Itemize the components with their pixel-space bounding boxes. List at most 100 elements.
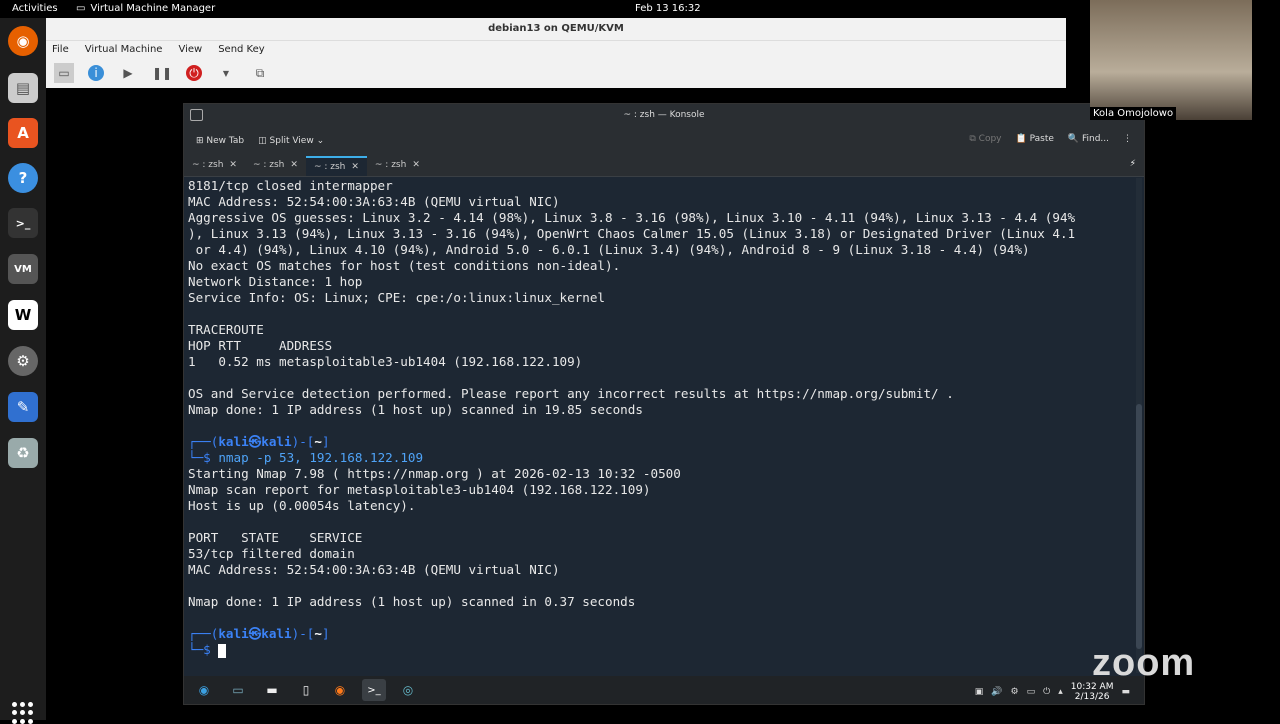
konsole-toolbar: ⊞ New Tab ◫ Split View ⌄ ⧉ Copy 📋 Paste … — [184, 126, 1144, 156]
prompt-header: ┌──(kali㉿kali)-[~] — [188, 626, 1128, 642]
copy-label: Copy — [978, 134, 1002, 144]
paste-button[interactable]: 📋 Paste — [1016, 134, 1054, 144]
files-icon[interactable]: ▤ — [8, 73, 38, 103]
paste-label: Paste — [1029, 134, 1054, 144]
trash-icon[interactable]: ♻ — [8, 438, 38, 468]
software-center-icon[interactable]: A — [8, 118, 38, 148]
taskbar-clock[interactable]: 10:32 AM 2/13/26 — [1071, 682, 1114, 702]
terminal-line: 53/tcp filtered domain — [188, 546, 355, 561]
terminal-line: OS and Service detection performed. Plea… — [188, 386, 954, 401]
window-icon — [190, 109, 203, 121]
clipboard-icon[interactable]: ▣ — [975, 687, 984, 697]
tab-zsh-4[interactable]: ~ : zsh ✕ — [367, 156, 428, 176]
prompt-dir: ~ — [314, 626, 322, 641]
show-desktop-icon[interactable]: ▬ — [1121, 687, 1130, 697]
terminal-output[interactable]: 8181/tcp closed intermapper MAC Address: … — [188, 178, 1128, 678]
terminal-icon[interactable]: >_ — [362, 679, 386, 701]
terminal-line: Nmap scan report for metasploitable3-ub1… — [188, 482, 651, 497]
close-icon[interactable]: ✕ — [290, 160, 298, 176]
tab-zsh-1[interactable]: ~ : zsh ✕ — [184, 156, 245, 176]
hamburger-menu-icon[interactable]: ⋮ — [1123, 134, 1132, 144]
kali-menu-icon[interactable]: ◉ — [192, 679, 216, 701]
terminal-line: Host is up (0.00054s latency). — [188, 498, 416, 513]
firefox-icon[interactable]: ◉ — [328, 679, 352, 701]
tab-zsh-2[interactable]: ~ : zsh ✕ — [245, 156, 306, 176]
app-name: Virtual Machine Manager — [90, 3, 216, 14]
text-editor-icon[interactable]: ▯ — [294, 679, 318, 701]
find-button[interactable]: 🔍 Find... — [1068, 134, 1109, 144]
fullscreen-icon[interactable]: ⧉ — [250, 63, 270, 83]
pause-icon[interactable]: ❚❚ — [152, 63, 172, 83]
find-label: Find... — [1081, 134, 1109, 144]
tab-zsh-3[interactable]: ~ : zsh ✕ — [305, 156, 367, 176]
help-icon[interactable]: ? — [8, 163, 38, 193]
prompt-input-line[interactable]: └─$ — [188, 642, 1128, 658]
scrollbar-thumb[interactable] — [1136, 404, 1142, 649]
split-view-label: Split View — [269, 136, 314, 146]
terminal-icon[interactable]: >_ — [8, 208, 38, 238]
activities-button[interactable]: Activities — [12, 3, 58, 14]
app-w-icon[interactable]: W — [8, 300, 38, 330]
settings-icon[interactable]: ⚙ — [8, 346, 38, 376]
text-cursor — [218, 643, 227, 658]
konsole-title: ~ : zsh — Konsole — [623, 110, 705, 120]
prompt-user: kali㉿kali — [218, 434, 292, 449]
terminal-line: or 4.4) (94%), Linux 4.10 (94%), Android… — [188, 242, 1030, 257]
desktop-icon[interactable]: ▭ — [226, 679, 250, 701]
tray-expand-icon[interactable]: ▴ — [1058, 687, 1063, 697]
prompt-symbol: └─$ — [188, 450, 219, 465]
prompt-header: ┌──(kali㉿kali)-[~] — [188, 434, 1128, 450]
app-menu[interactable]: ▭ Virtual Machine Manager — [76, 3, 215, 14]
virt-manager-icon[interactable]: VM — [8, 254, 38, 284]
terminal-line: TRACEROUTE — [188, 322, 264, 337]
console-view-icon[interactable]: ▭ — [54, 63, 74, 83]
menu-file[interactable]: File — [52, 41, 69, 59]
terminal-line: Starting Nmap 7.98 ( https://nmap.org ) … — [188, 466, 681, 481]
details-info-icon[interactable]: i — [88, 65, 104, 81]
firefox-icon[interactable]: ◉ — [8, 26, 38, 56]
terminal-line: ), Linux 3.13 (94%), Linux 3.13 - 3.16 (… — [188, 226, 1076, 241]
volume-icon[interactable]: 🔊 — [991, 687, 1002, 697]
new-tab-label: New Tab — [206, 136, 245, 146]
shutdown-icon[interactable]: ⏻ — [186, 65, 202, 81]
prompt-bracket: )-[ — [291, 626, 315, 641]
vm-manager-window: debian13 on QEMU/KVM File Virtual Machin… — [46, 18, 1066, 88]
zoom-logo: zoom — [1092, 642, 1196, 684]
power-icon[interactable]: ⏻ — [1043, 687, 1050, 697]
close-icon[interactable]: ✕ — [351, 162, 359, 176]
clock[interactable]: Feb 13 16:32 — [635, 3, 701, 14]
text-editor-icon[interactable]: ✎ — [8, 392, 38, 422]
terminal-line: MAC Address: 52:54:00:3A:63:4B (QEMU vir… — [188, 562, 560, 577]
display-icon[interactable]: ▭ — [1027, 687, 1036, 697]
show-apps-icon[interactable] — [12, 702, 34, 724]
participant-name: Kola Omojolowo — [1090, 107, 1177, 120]
eye-app-icon[interactable]: ◎ — [396, 679, 420, 701]
prompt-bracket: ] — [321, 434, 330, 449]
menu-view[interactable]: View — [178, 41, 202, 59]
menu-send-key[interactable]: Send Key — [218, 41, 265, 59]
tab-label: ~ : zsh — [252, 160, 285, 170]
shutdown-menu-chevron-icon[interactable]: ▼ — [216, 63, 236, 83]
file-manager-icon[interactable]: ▬ — [260, 679, 284, 701]
menu-virtual-machine[interactable]: Virtual Machine — [85, 41, 163, 59]
new-tab-button[interactable]: ⊞ New Tab — [196, 136, 244, 146]
settings-icon[interactable]: ⚙ — [1011, 687, 1019, 697]
vmm-app-icon: ▭ — [76, 3, 86, 14]
bolt-icon[interactable]: ⚡ — [1130, 159, 1136, 169]
vm-toolbar: ▭ i ▶ ❚❚ ⏻ ▼ ⧉ — [46, 59, 1066, 87]
tab-label: ~ : zsh — [192, 160, 224, 170]
split-view-button[interactable]: ◫ Split View ⌄ — [258, 136, 324, 146]
close-icon[interactable]: ✕ — [412, 160, 420, 176]
run-icon[interactable]: ▶ — [118, 63, 138, 83]
terminal-line: Aggressive OS guesses: Linux 3.2 - 4.14 … — [188, 210, 1076, 225]
prompt-input-line[interactable]: └─$ nmap -p 53, 192.168.122.109 — [188, 450, 1128, 466]
prompt-bracket: ┌──( — [188, 434, 219, 449]
vm-menubar: File Virtual Machine View Send Key — [46, 41, 1066, 59]
command-text: nmap -p 53, 192.168.122.109 — [218, 450, 424, 465]
close-icon[interactable]: ✕ — [229, 160, 237, 176]
copy-button[interactable]: ⧉ Copy — [969, 134, 1001, 144]
